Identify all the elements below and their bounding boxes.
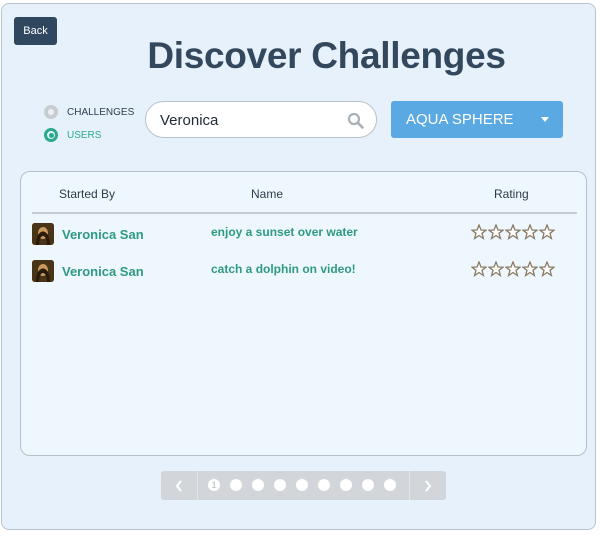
rating-stars[interactable] bbox=[471, 261, 555, 277]
pagination: 1 bbox=[161, 471, 446, 500]
star-icon[interactable] bbox=[505, 224, 521, 240]
column-header-rating: Rating bbox=[494, 187, 529, 201]
filter-users-radio[interactable]: USERS bbox=[44, 128, 101, 142]
star-icon[interactable] bbox=[505, 261, 521, 277]
header-divider bbox=[32, 212, 577, 214]
page-dot[interactable] bbox=[318, 479, 330, 491]
page-dot[interactable] bbox=[252, 479, 264, 491]
page-dot[interactable] bbox=[362, 479, 374, 491]
caret-down-icon bbox=[541, 117, 549, 122]
rating-stars[interactable] bbox=[471, 224, 555, 240]
page-dots: 1 bbox=[208, 479, 396, 491]
chevron-right-icon bbox=[425, 479, 432, 492]
radio-checked-icon bbox=[44, 128, 58, 142]
page-dot-current[interactable]: 1 bbox=[208, 479, 220, 491]
user-link[interactable]: Veronica San bbox=[62, 227, 144, 242]
filter-users-label: USERS bbox=[67, 129, 102, 141]
current-page-number: 1 bbox=[211, 480, 217, 490]
table-row[interactable]: Veronica San enjoy a sunset over water bbox=[21, 223, 586, 249]
star-icon[interactable] bbox=[471, 261, 487, 277]
star-icon[interactable] bbox=[522, 224, 538, 240]
category-dropdown[interactable]: AQUA SPHERE bbox=[391, 101, 563, 138]
category-dropdown-label: AQUA SPHERE bbox=[406, 111, 514, 128]
avatar[interactable] bbox=[32, 223, 54, 245]
challenges-table: Started By Name Rating Veronica San enjo… bbox=[20, 171, 587, 456]
star-icon[interactable] bbox=[539, 261, 555, 277]
filter-challenges-label: CHALLENGES bbox=[67, 106, 135, 118]
star-icon[interactable] bbox=[488, 261, 504, 277]
user-link[interactable]: Veronica San bbox=[62, 264, 144, 279]
filter-challenges-radio[interactable]: CHALLENGES bbox=[44, 105, 134, 119]
star-icon[interactable] bbox=[539, 224, 555, 240]
star-icon[interactable] bbox=[522, 261, 538, 277]
page-dot[interactable] bbox=[384, 479, 396, 491]
search-box bbox=[145, 101, 377, 139]
page-dot[interactable] bbox=[274, 479, 286, 491]
previous-page-button[interactable] bbox=[161, 471, 198, 500]
chevron-left-icon bbox=[175, 479, 182, 492]
avatar[interactable] bbox=[32, 260, 54, 282]
challenge-link[interactable]: enjoy a sunset over water bbox=[211, 225, 358, 239]
page-dot[interactable] bbox=[230, 479, 242, 491]
page-title: Discover Challenges bbox=[147, 35, 506, 76]
column-header-name: Name bbox=[251, 187, 284, 201]
page-dot[interactable] bbox=[340, 479, 352, 491]
star-icon[interactable] bbox=[471, 224, 487, 240]
challenge-link[interactable]: catch a dolphin on video! bbox=[211, 262, 356, 276]
search-icon[interactable] bbox=[347, 112, 364, 129]
page-dot[interactable] bbox=[296, 479, 308, 491]
next-page-button[interactable] bbox=[409, 471, 446, 500]
column-header-started-by: Started By bbox=[59, 187, 116, 201]
table-row[interactable]: Veronica San catch a dolphin on video! bbox=[21, 260, 586, 286]
star-icon[interactable] bbox=[488, 224, 504, 240]
radio-unchecked-icon bbox=[44, 105, 58, 119]
search-input[interactable] bbox=[158, 102, 347, 139]
